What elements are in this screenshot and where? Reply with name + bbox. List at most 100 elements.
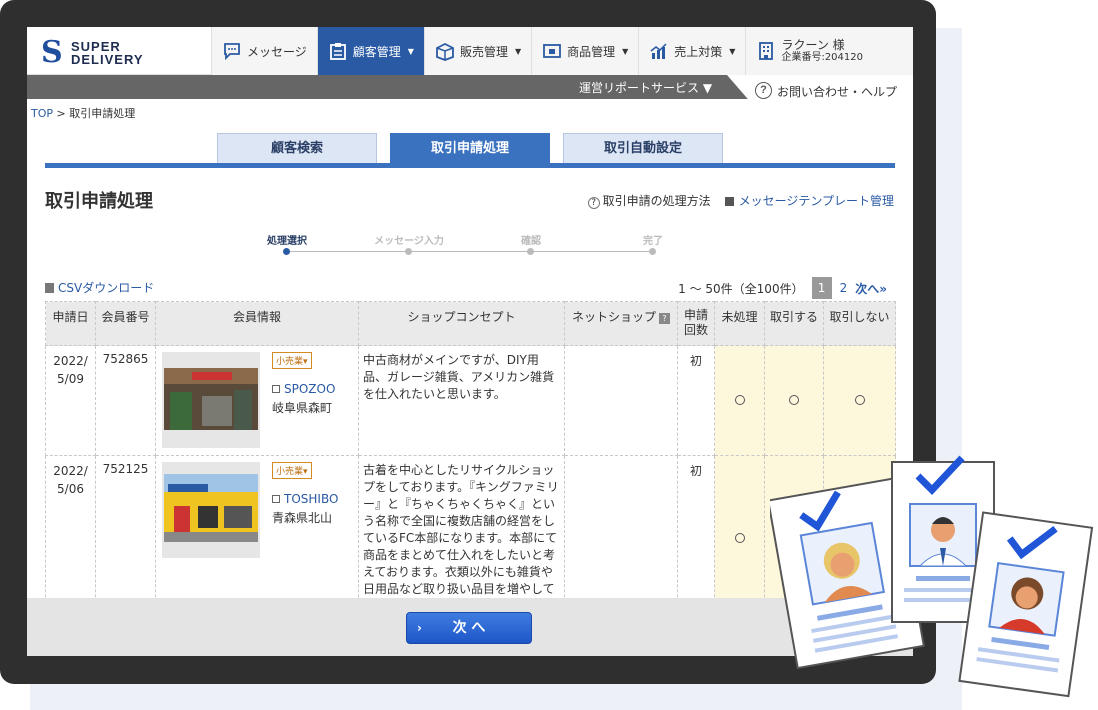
col-count: 申請 回数: [677, 301, 715, 346]
breadcrumb-separator: >: [53, 107, 70, 120]
nav-products-label: 商品管理: [567, 44, 616, 59]
shop-name: SPOZOO: [284, 382, 336, 396]
main-nav: メッセージ 顧客管理 ▼ 販売管理 ▼ 商品管理 ▼ 売上対策 ▼ ラクーン 様…: [211, 27, 913, 75]
cell-member-info: 小売業▾ TOSHIBO 青森県北山: [155, 455, 359, 622]
arrow-square-icon: [724, 197, 734, 206]
member-info: 小売業▾ SPOZOO 岐阜県森町: [160, 352, 354, 448]
business-type-tag[interactable]: 小売業▾: [272, 462, 312, 479]
step-dot: [283, 248, 290, 255]
chevron-down-icon: ▼: [729, 46, 736, 56]
nav-message[interactable]: メッセージ: [211, 27, 317, 75]
radio-button[interactable]: [854, 394, 865, 405]
chevron-right-icon: ›: [417, 621, 422, 635]
header: S SUPER DELIVERY メッセージ 顧客管理 ▼ 販売管理 ▼ 商品管…: [27, 27, 913, 75]
step-dot: [649, 248, 656, 255]
tab-auto-settings[interactable]: 取引自動設定: [563, 133, 723, 163]
pager-next[interactable]: 次へ»: [855, 280, 887, 297]
shop-location: 岐阜県森町: [272, 401, 333, 415]
step-label: 完了: [643, 236, 663, 247]
user-info: ラクーン 様 企業番号:204120: [781, 38, 863, 64]
help-icon[interactable]: ?: [659, 313, 670, 324]
shop-link[interactable]: SPOZOO: [272, 382, 335, 396]
cell-date: 2022/ 5/06: [45, 455, 96, 622]
nav-user[interactable]: ラクーン 様 企業番号:204120 ▼: [745, 27, 913, 75]
template-link[interactable]: メッセージテンプレート管理: [724, 192, 894, 209]
breadcrumb-top[interactable]: TOP: [31, 107, 53, 120]
box-icon: [436, 42, 454, 61]
message-icon: [224, 43, 240, 61]
nav-marketing[interactable]: 売上対策 ▼: [638, 27, 746, 75]
steps-line: [285, 251, 655, 252]
nav-sales-label: 販売管理: [459, 44, 508, 59]
col-netshop-label: ネットショップ: [571, 310, 656, 324]
profile-cards-illustration: [770, 455, 1094, 698]
logo-mark: S: [41, 35, 63, 70]
download-icon: [45, 283, 54, 293]
howto-link[interactable]: ? 取引申請の処理方法: [587, 192, 711, 209]
business-type-tag[interactable]: 小売業▾: [272, 352, 312, 369]
cell-concept: 中古商材がメインですが、DIY用品、ガレージ雑貨、アメリカン雑貨を仕入れたいと思…: [358, 345, 565, 456]
nav-customer-label: 顧客管理: [352, 44, 401, 59]
step-select: 処理選択: [247, 232, 327, 255]
logo[interactable]: S SUPER DELIVERY: [41, 35, 171, 70]
col-reject: 取引しない: [823, 301, 896, 346]
next-button[interactable]: › 次 へ: [406, 612, 532, 644]
help-link[interactable]: ? お問い合わせ・ヘルプ: [727, 75, 913, 105]
question-icon: ?: [587, 197, 600, 209]
col-netshop: ネットショップ?: [564, 301, 678, 346]
tab-transaction-requests[interactable]: 取引申請処理: [390, 133, 550, 163]
shop-photo: [162, 352, 260, 448]
page-title: 取引申請処理: [45, 191, 153, 212]
cell-date: 2022/ 5/09: [45, 345, 96, 456]
cell-member-no: 752125: [95, 455, 156, 622]
step-label: 処理選択: [267, 236, 307, 247]
report-service-menu[interactable]: 運営リポートサービス ▼: [579, 79, 712, 96]
col-pending: 未処理: [714, 301, 765, 346]
col-concept: ショップコンセプト: [358, 301, 565, 346]
radio-button[interactable]: [789, 394, 799, 405]
table-row: 2022/ 5/09 752865 小売業▾ SPOZOO 岐阜県森町 中古商材…: [45, 345, 896, 456]
nav-message-label: メッセージ: [247, 44, 307, 59]
tab-customer-search[interactable]: 顧客検索: [217, 133, 377, 163]
breadcrumb-current: 取引申請処理: [69, 107, 136, 120]
radio-pending[interactable]: [714, 455, 765, 622]
help-label: お問い合わせ・ヘルプ: [777, 85, 898, 99]
page-links: ? 取引申請の処理方法 メッセージテンプレート管理: [587, 192, 894, 209]
member-info: 小売業▾ TOSHIBO 青森県北山: [160, 462, 354, 558]
step-dot: [405, 248, 412, 255]
pager: 1 ～ 50件（全100件） 1 2 次へ»: [678, 277, 887, 299]
cell-member-no: 752865: [95, 345, 156, 456]
pager-page-2[interactable]: 2: [840, 281, 848, 295]
step-complete: 完了: [613, 232, 693, 255]
nav-products[interactable]: 商品管理 ▼: [531, 27, 639, 75]
chevron-down-icon: ▼: [514, 46, 522, 56]
shop-name: TOSHIBO: [284, 492, 339, 506]
col-member-no: 会員番号: [95, 301, 156, 346]
shop-link[interactable]: TOSHIBO: [272, 492, 338, 506]
csv-label: CSVダウンロード: [58, 281, 155, 295]
tab-bar: 顧客検索 取引申請処理 取引自動設定: [45, 133, 895, 168]
chart-icon: [650, 43, 667, 59]
cell-netshop: [564, 455, 678, 622]
progress-steps: 処理選択 メッセージ入力 確認 完了: [247, 232, 677, 262]
step-message: メッセージ入力: [369, 232, 449, 255]
radio-button[interactable]: [734, 394, 745, 405]
radio-pending[interactable]: [714, 345, 765, 456]
cell-netshop: [564, 345, 678, 456]
request-table: 申請日 会員番号 会員情報 ショップコンセプト ネットショップ? 申請 回数 未…: [45, 301, 896, 622]
pager-current: 1: [811, 277, 832, 299]
next-button-label: 次 へ: [452, 620, 486, 636]
cell-count: 初: [677, 455, 715, 622]
breadcrumb: TOP > 取引申請処理: [31, 105, 135, 121]
csv-download-link[interactable]: CSVダウンロード: [45, 279, 154, 296]
radio-accept[interactable]: [764, 345, 824, 456]
company-number: 企業番号:204120: [781, 52, 863, 63]
radio-button[interactable]: [734, 532, 745, 543]
nav-customer[interactable]: 顧客管理 ▼: [316, 27, 424, 75]
col-member-info: 会員情報: [155, 301, 359, 346]
radio-reject[interactable]: [823, 345, 896, 456]
col-date: 申請日: [45, 301, 96, 346]
customer-list-icon: [329, 43, 346, 60]
col-accept: 取引する: [764, 301, 824, 346]
nav-sales[interactable]: 販売管理 ▼: [423, 27, 532, 75]
